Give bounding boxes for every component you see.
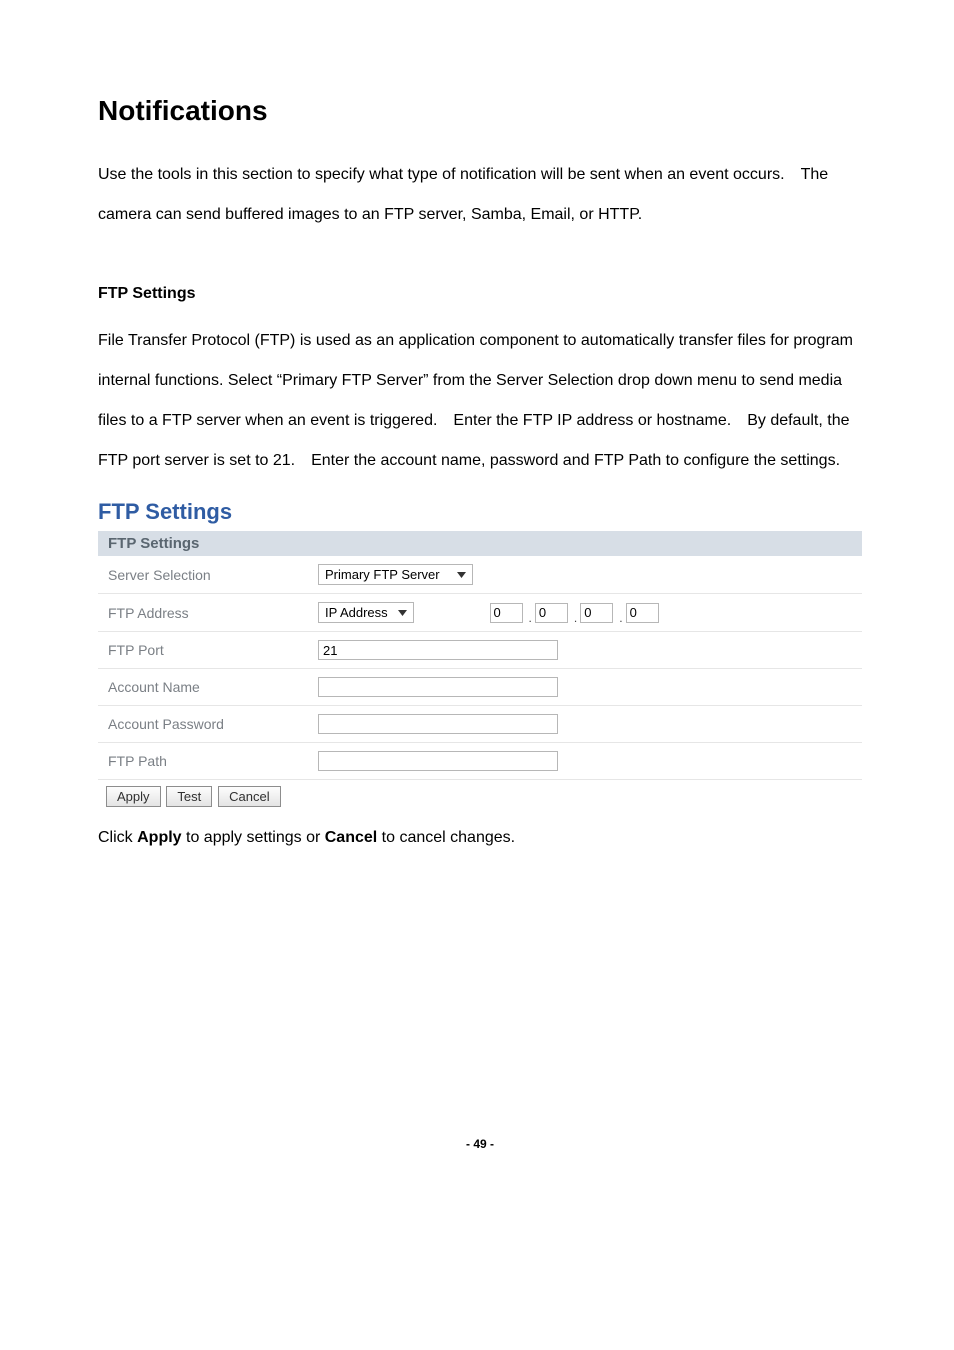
ip-octet-1[interactable]: 0 [490, 603, 523, 623]
ip-dot: . [529, 611, 532, 625]
label-server-selection: Server Selection [98, 556, 308, 594]
row-ftp-path: FTP Path [98, 743, 862, 780]
label-account-name: Account Name [98, 669, 308, 706]
test-button[interactable]: Test [166, 786, 212, 807]
account-password-input[interactable] [318, 714, 558, 734]
ip-dot: . [619, 611, 622, 625]
row-account-name: Account Name [98, 669, 862, 706]
ftp-settings-panel-title: FTP Settings [98, 499, 862, 525]
ftp-settings-table: FTP Settings Server Selection Primary FT… [98, 531, 862, 815]
label-ftp-address: FTP Address [98, 594, 308, 632]
account-name-input[interactable] [318, 677, 558, 697]
label-ftp-port: FTP Port [98, 632, 308, 669]
label-ftp-path: FTP Path [98, 743, 308, 780]
ftp-address-type-value: IP Address [325, 605, 388, 620]
button-row: Apply Test Cancel [98, 780, 862, 816]
footer-apply-bold: Apply [137, 829, 181, 846]
ftp-address-type-dropdown[interactable]: IP Address [318, 602, 414, 623]
row-account-password: Account Password [98, 706, 862, 743]
cancel-button[interactable]: Cancel [218, 786, 280, 807]
ip-octet-4[interactable]: 0 [626, 603, 659, 623]
row-ftp-port: FTP Port [98, 632, 862, 669]
ip-octet-2[interactable]: 0 [535, 603, 568, 623]
footer-mid: to apply settings or [182, 829, 325, 846]
footer-cancel-bold: Cancel [325, 829, 377, 846]
ftp-port-input[interactable] [318, 640, 558, 660]
footer-suffix: to cancel changes. [377, 829, 515, 846]
ip-address-field: 0 . 0 . 0 . 0 [490, 603, 659, 623]
ftp-settings-heading: FTP Settings [98, 285, 862, 303]
page-heading: Notifications [98, 95, 862, 127]
ip-dot: . [574, 611, 577, 625]
footer-prefix: Click [98, 829, 137, 846]
page-number: - 49 - [98, 1137, 862, 1181]
chevron-down-icon [457, 572, 466, 578]
row-server-selection: Server Selection Primary FTP Server [98, 556, 862, 594]
ftp-settings-description: File Transfer Protocol (FTP) is used as … [98, 321, 862, 481]
ftp-settings-table-header: FTP Settings [98, 531, 862, 556]
ip-octet-3[interactable]: 0 [580, 603, 613, 623]
chevron-down-icon [398, 610, 407, 616]
intro-paragraph: Use the tools in this section to specify… [98, 155, 862, 235]
label-account-password: Account Password [98, 706, 308, 743]
server-selection-dropdown[interactable]: Primary FTP Server [318, 564, 473, 585]
server-selection-value: Primary FTP Server [325, 567, 440, 582]
row-ftp-address: FTP Address IP Address 0 . 0 . 0 . 0 [98, 594, 862, 632]
footer-line: Click Apply to apply settings or Cancel … [98, 829, 862, 847]
ftp-path-input[interactable] [318, 751, 558, 771]
apply-button[interactable]: Apply [106, 786, 161, 807]
